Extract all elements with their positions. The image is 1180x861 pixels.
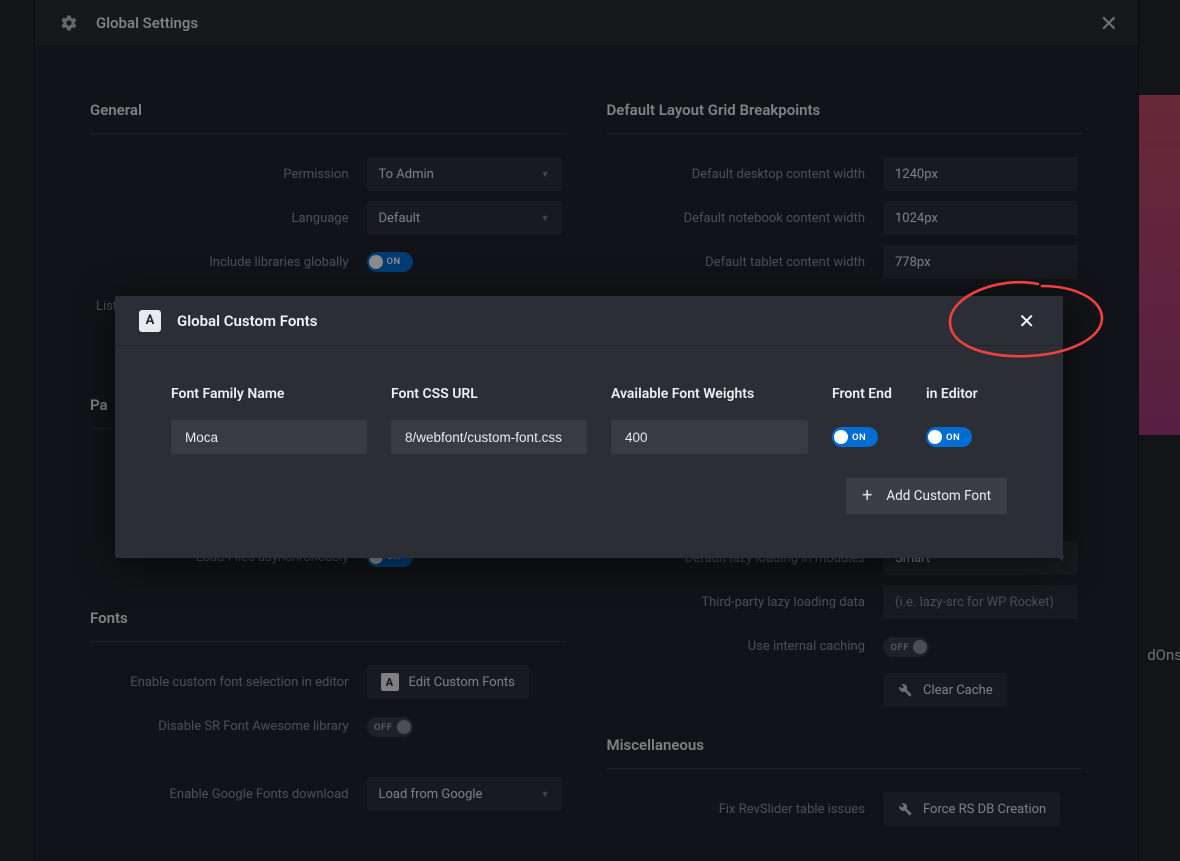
enable-google-fonts-label: Enable Google Fonts download: [90, 787, 367, 802]
input-value: 778px: [895, 255, 931, 270]
button-label: Clear Cache: [923, 683, 993, 698]
modal-title: Global Custom Fonts: [177, 312, 317, 330]
font-icon: A: [139, 310, 161, 332]
notebook-width-input[interactable]: 1024px: [883, 201, 1078, 235]
frontend-toggle[interactable]: ON: [832, 427, 878, 447]
wrench-icon: [897, 801, 913, 817]
button-label: Force RS DB Creation: [923, 802, 1046, 817]
edit-custom-fonts-button[interactable]: A Edit Custom Fonts: [367, 665, 529, 699]
disable-fa-toggle[interactable]: OFF: [367, 717, 413, 737]
permission-label: Permission: [90, 167, 367, 182]
modal-header: A Global Custom Fonts ✕: [115, 296, 1063, 346]
font-name-label: Font Family Name: [171, 386, 367, 402]
notebook-width-label: Default notebook content width: [607, 211, 884, 226]
divider: [607, 768, 1084, 769]
modal-body: Font Family Name Font CSS URL Available …: [115, 346, 1063, 558]
section-breakpoints-title: Default Layout Grid Breakpoints: [607, 101, 1084, 119]
chevron-down-icon: ▼: [541, 169, 550, 180]
permission-value: To Admin: [379, 167, 434, 182]
clear-cache-button[interactable]: Clear Cache: [883, 673, 1007, 707]
font-css-label: Font CSS URL: [391, 386, 587, 402]
custom-fonts-modal: A Global Custom Fonts ✕ Font Family Name…: [115, 296, 1063, 558]
toggle-state: OFF: [374, 722, 393, 733]
frontend-label: Front End: [832, 386, 902, 402]
background-text-fragment: dOns: [1147, 646, 1180, 664]
toggle-state: ON: [852, 432, 866, 443]
internal-cache-label: Use internal caching: [607, 639, 884, 654]
chevron-down-icon: ▼: [541, 789, 550, 800]
background-accent: [1138, 95, 1180, 435]
in-editor-toggle[interactable]: ON: [926, 427, 972, 447]
include-libraries-label: Include libraries globally: [90, 255, 367, 270]
font-icon: A: [381, 673, 399, 691]
section-general-title: General: [90, 101, 567, 119]
google-fonts-value: Load from Google: [379, 787, 483, 802]
tablet-width-label: Default tablet content width: [607, 255, 884, 270]
chevron-down-icon: ▼: [541, 213, 550, 224]
divider: [90, 641, 567, 642]
settings-close-button[interactable]: ✕: [1100, 12, 1118, 37]
divider: [90, 133, 567, 134]
settings-header: Global Settings ✕: [35, 0, 1138, 45]
disable-fa-label: Disable SR Font Awesome library: [90, 719, 367, 734]
gear-icon: [60, 14, 78, 32]
thirdparty-lazy-label: Third-party lazy loading data: [607, 595, 884, 610]
toggle-state: ON: [946, 432, 960, 443]
internal-cache-toggle[interactable]: OFF: [883, 637, 929, 657]
force-db-button[interactable]: Force RS DB Creation: [883, 792, 1060, 826]
font-css-input[interactable]: [391, 420, 587, 454]
font-name-input[interactable]: [171, 420, 367, 454]
section-fonts-title: Fonts: [90, 609, 567, 627]
font-weights-input[interactable]: [611, 420, 808, 454]
enable-custom-fonts-label: Enable custom font selection in editor: [90, 675, 367, 690]
permission-select[interactable]: To Admin ▼: [367, 157, 562, 191]
language-value: Default: [379, 211, 421, 226]
fix-table-label: Fix RevSlider table issues: [607, 802, 884, 817]
toggle-state: ON: [387, 256, 401, 267]
google-fonts-select[interactable]: Load from Google ▼: [367, 777, 562, 811]
wrench-icon: [897, 682, 913, 698]
toggle-state: OFF: [891, 642, 910, 653]
button-label: Edit Custom Fonts: [409, 675, 515, 690]
input-placeholder: (i.e. lazy-src for WP Rocket): [895, 595, 1054, 610]
plus-icon: +: [862, 487, 872, 505]
language-select[interactable]: Default ▼: [367, 201, 562, 235]
settings-title: Global Settings: [96, 14, 198, 32]
add-custom-font-button[interactable]: + Add Custom Font: [846, 478, 1007, 514]
in-editor-label: in Editor: [926, 386, 996, 402]
input-value: 1024px: [895, 211, 938, 226]
font-weights-label: Available Font Weights: [611, 386, 808, 402]
section-misc-title: Miscellaneous: [607, 736, 1084, 754]
modal-close-button[interactable]: ✕: [1014, 307, 1039, 335]
desktop-width-label: Default desktop content width: [607, 167, 884, 182]
desktop-width-input[interactable]: 1240px: [883, 157, 1078, 191]
language-label: Language: [90, 211, 367, 226]
tablet-width-input[interactable]: 778px: [883, 245, 1078, 279]
button-label: Add Custom Font: [886, 488, 991, 504]
input-value: 1240px: [895, 167, 938, 182]
font-fields-row: Font Family Name Font CSS URL Available …: [171, 386, 1007, 454]
divider: [607, 133, 1084, 134]
include-libraries-toggle[interactable]: ON: [367, 252, 413, 272]
thirdparty-lazy-input[interactable]: (i.e. lazy-src for WP Rocket): [883, 585, 1078, 619]
